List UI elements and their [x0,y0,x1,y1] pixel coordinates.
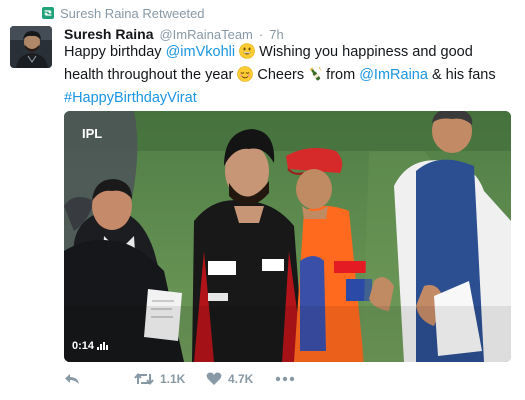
tweet-timestamp[interactable]: 7h [269,27,283,42]
tweet-text-part: Happy birthday [64,44,166,60]
video-player[interactable] [64,111,511,362]
retweet-count: 1.1K [160,372,186,386]
more-button[interactable] [275,372,295,386]
mention-link[interactable]: @imVkohli [166,44,236,60]
tweet-header: Suresh Raina @ImRainaTeam · 7h [64,26,284,42]
avatar[interactable] [10,26,52,68]
tweet-text: Happy birthday @imVkohli Wishing you hap… [64,42,514,108]
grinning-face-emoji [239,43,255,65]
champagne-bottle-emoji [308,66,322,88]
like-button[interactable]: 4.7K [206,372,253,386]
hashtag-link[interactable]: #HappyBirthdayVirat [64,90,197,106]
heart-icon [206,372,222,386]
tweet-text-part: Cheers [253,67,309,83]
header-separator: · [258,27,264,42]
like-count: 4.7K [228,372,254,386]
reply-icon [64,372,80,386]
retweet-badge-icon [42,7,54,19]
reply-button[interactable] [64,372,86,386]
ipl-logo: IPL [82,126,102,141]
retweet-context-label: Suresh Raina Retweeted [60,5,205,21]
retweet-button[interactable]: 1.1K [134,372,185,386]
retweet-icon [134,372,154,386]
audio-bars-icon [97,342,109,350]
author-name[interactable]: Suresh Raina [64,26,153,42]
relieved-face-emoji [237,66,254,88]
ipl-logo-text: IPL [82,126,103,141]
tweet-text-part: from [322,67,360,83]
author-handle[interactable]: @ImRainaTeam [159,27,252,42]
duration-text: 0:14 [72,340,95,352]
video-duration: 0:14 [72,340,109,352]
more-icon [275,372,295,386]
retweet-context[interactable]: Suresh Raina Retweeted [42,5,205,21]
tweet-text-part: & his fans [427,67,496,83]
mention-link[interactable]: @ImRaina [359,67,428,83]
